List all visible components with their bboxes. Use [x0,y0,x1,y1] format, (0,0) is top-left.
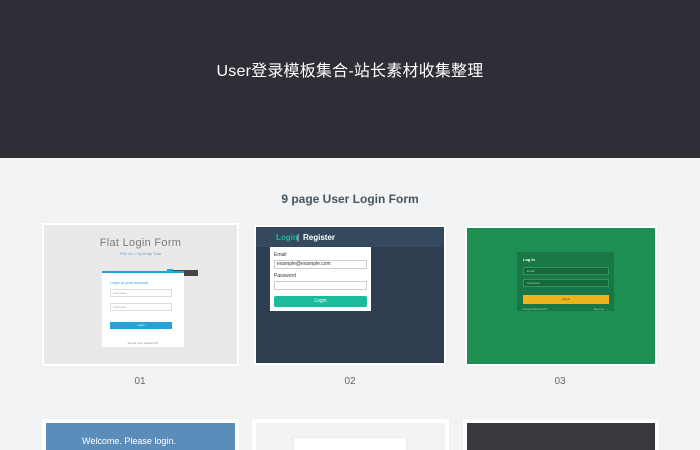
template-label-02[interactable]: 02 [330,376,370,387]
login-heading: Log In [523,257,535,262]
template-label-01[interactable]: 01 [120,376,160,387]
tab-login: Login [276,233,298,242]
login-button: Login [274,296,367,307]
login-button: Log In [523,295,609,304]
login-box [294,438,406,450]
tab-separator: | [297,233,300,242]
template-thumbnail-02[interactable]: Login | Register Email example@example.c… [256,227,444,363]
password-field: Password [110,303,172,311]
login-box: Login to your account Username Password … [102,271,184,347]
template-thumbnail-04[interactable]: Welcome. Please login. [46,423,235,450]
login-panel: Email example@example.com Password Login [270,247,371,311]
username-field: Username [110,289,172,297]
thumbnail-title: Flat Login Form [99,237,182,249]
page-header: User登录模板集合-站长素材收集整理 [0,0,700,158]
page-title: User登录模板集合-站长素材收集整理 [216,63,484,80]
password-label: Password [274,273,296,279]
login-heading: Login to your account [110,280,149,285]
thumbnail-subtitle: Pen of • • by Andy Tran [119,251,162,256]
forgot-password-link: Forgot your password? [127,341,159,345]
password-field: Password [523,279,609,287]
template-thumbnail-03[interactable]: Log In Email Password Log In Forgot Pass… [467,228,655,364]
email-label: Email [274,252,287,258]
forgot-password-link: Forgot Password? [523,307,548,311]
welcome-text: Welcome. Please login. [82,436,176,446]
template-label-03[interactable]: 03 [540,376,580,387]
login-button: Login [110,322,172,329]
login-box: Log In Email Password Log In Forgot Pass… [517,252,614,311]
template-thumbnail-01[interactable]: Flat Login Form Pen of • • by Andy Tran … [44,225,237,364]
tab-register: Register [303,233,336,242]
email-field: example@example.com [274,260,367,269]
template-thumbnail-06[interactable] [467,423,655,450]
sign-up-link: Sign Up → [593,307,608,311]
password-field [274,281,367,290]
email-field: Email [523,267,609,275]
template-thumbnail-05[interactable] [256,423,445,450]
section-title: 9 page User Login Form [281,192,419,206]
